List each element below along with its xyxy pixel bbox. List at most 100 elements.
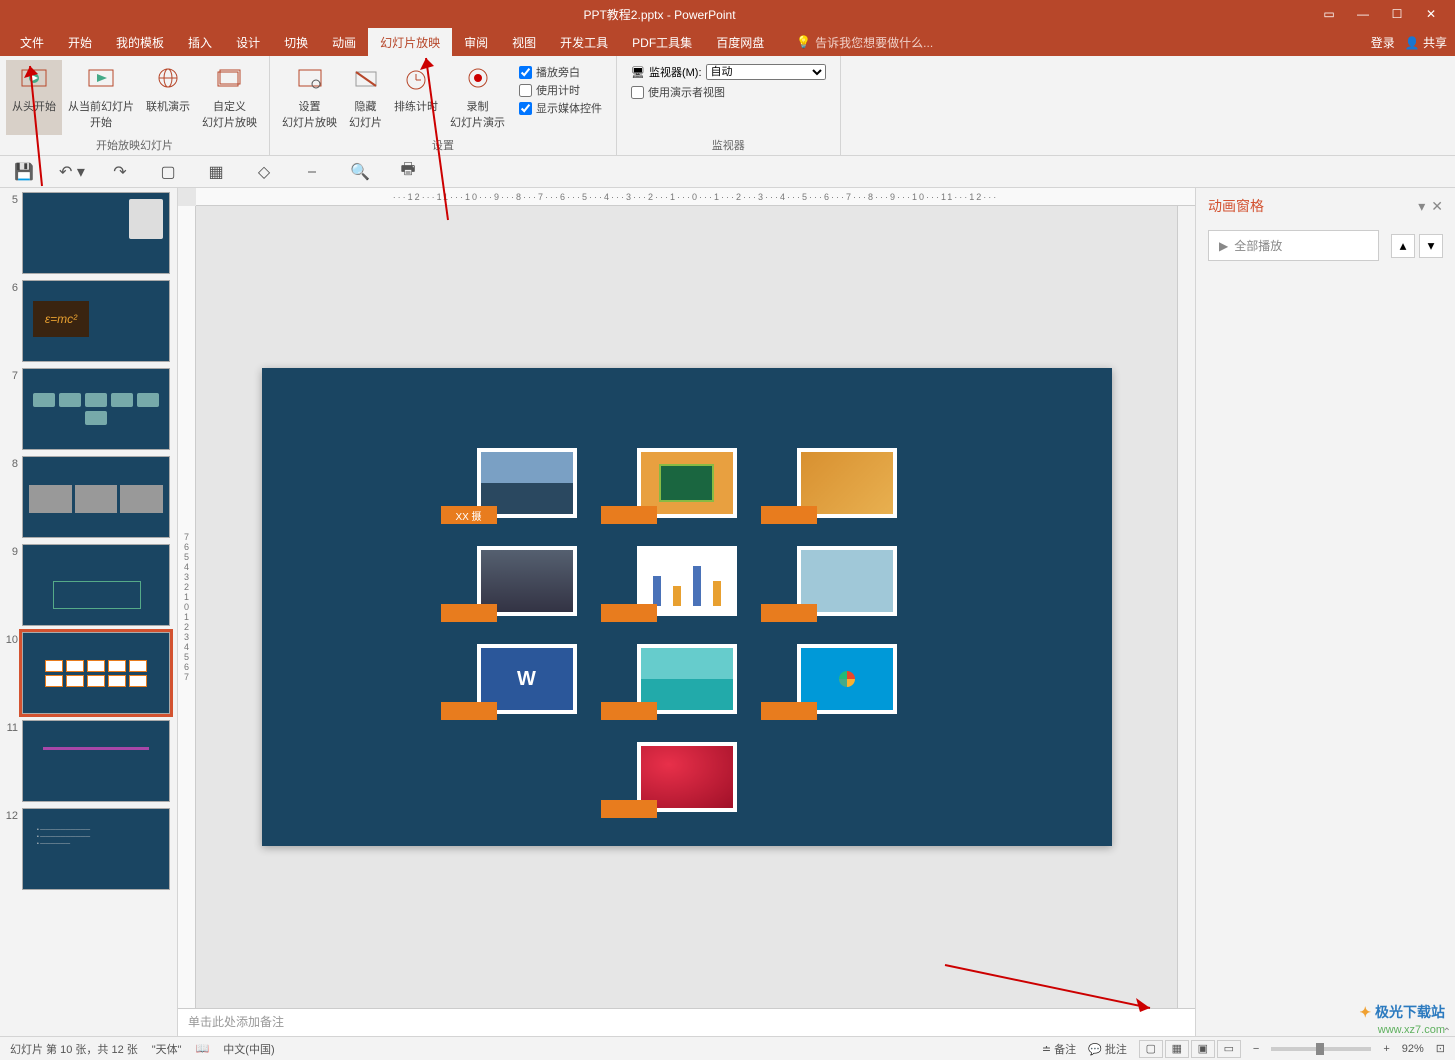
slide-thumb-6[interactable]: ε=mc² (22, 280, 170, 362)
quick-print-icon[interactable]: 🖶 (394, 160, 422, 184)
vertical-scrollbar[interactable] (1177, 206, 1195, 1008)
table-icon[interactable]: ▦ (202, 160, 230, 184)
menu-transitions[interactable]: 切换 (272, 28, 320, 56)
slide-thumb-9[interactable] (22, 544, 170, 626)
spellcheck-icon[interactable]: 📖 (196, 1042, 210, 1055)
comments-toggle[interactable]: 💬 批注 (1088, 1041, 1127, 1057)
use-timings-checkbox[interactable]: 使用计时 (519, 82, 602, 98)
slide-image-5[interactable] (637, 546, 737, 616)
setup-slideshow-button[interactable]: 设置 幻灯片放映 (276, 60, 343, 135)
slide-thumb-7[interactable] (22, 368, 170, 450)
lightbulb-icon: 💡 (796, 35, 811, 49)
vertical-ruler: 765432101234567 (178, 206, 196, 1008)
maximize-icon[interactable]: ☐ (1387, 4, 1407, 24)
slide-thumb-8[interactable] (22, 456, 170, 538)
reading-view-icon[interactable]: ▣ (1191, 1040, 1215, 1058)
find-icon[interactable]: 🔍 (346, 160, 374, 184)
record-slideshow-button[interactable]: 录制 幻灯片演示 (444, 60, 511, 135)
move-up-button[interactable]: ▴ (1391, 234, 1415, 258)
play-all-button[interactable]: ▶ 全部播放 (1208, 230, 1379, 261)
save-icon[interactable]: 💾 (10, 160, 38, 184)
zoom-level[interactable]: 92% (1402, 1043, 1424, 1055)
slide-image-6[interactable] (797, 546, 897, 616)
slide-image-4[interactable] (477, 546, 577, 616)
main-area: 5 6 ε=mc² 7 8 9 10✦ 11 12 • ——————————• … (0, 188, 1455, 1036)
slide-thumb-11[interactable] (22, 720, 170, 802)
menu-slideshow[interactable]: 幻灯片放映 (368, 28, 452, 56)
menu-design[interactable]: 设计 (224, 28, 272, 56)
monitor-select[interactable]: 自动 (706, 64, 826, 80)
fit-window-icon[interactable]: ⊡ (1436, 1042, 1445, 1055)
anim-pane-dropdown-icon[interactable]: ▾ (1418, 198, 1425, 215)
notes-pane[interactable]: 单击此处添加备注 (178, 1008, 1195, 1036)
ribbon: 从头开始 从当前幻灯片 开始 联机演示 自定义 幻灯片放映 开始放映幻灯片 设置… (0, 56, 1455, 156)
thumb-number: 6 (4, 280, 22, 362)
slide-image-8[interactable] (637, 644, 737, 714)
slide-counter: 幻灯片 第 10 张，共 12 张 (10, 1041, 138, 1057)
menu-view[interactable]: 视图 (500, 28, 548, 56)
normal-view-icon[interactable]: ▢ (1139, 1040, 1163, 1058)
move-down-button[interactable]: ▾ (1419, 234, 1443, 258)
menu-insert[interactable]: 插入 (176, 28, 224, 56)
shapes-icon[interactable]: ◇ (250, 160, 278, 184)
menu-templates[interactable]: 我的模板 (104, 28, 176, 56)
tell-me-search[interactable]: 💡 告诉我您想要做什么... (796, 34, 933, 51)
new-slide-icon[interactable]: ▢ (154, 160, 182, 184)
thumb-number: 5 (4, 192, 22, 274)
window-title: PPT教程2.pptx - PowerPoint (0, 6, 1319, 23)
show-media-controls-checkbox[interactable]: 显示媒体控件 (519, 100, 602, 116)
login-link[interactable]: 登录 (1371, 34, 1395, 51)
play-narrations-checkbox[interactable]: 播放旁白 (519, 64, 602, 80)
rehearse-timings-button[interactable]: 排练计时 (388, 60, 444, 135)
group-label-setup: 设置 (276, 135, 610, 155)
align-icon[interactable]: ⎯ (298, 160, 326, 184)
sorter-view-icon[interactable]: ▦ (1165, 1040, 1189, 1058)
horizontal-ruler: ···12···11···10···9···8···7···6···5···4·… (196, 188, 1195, 206)
language-indicator[interactable]: 中文(中国) (223, 1041, 274, 1057)
slide-canvas-area[interactable]: XX 摄 W (196, 206, 1177, 1008)
animation-pane-title: 动画窗格 (1208, 196, 1264, 216)
from-current-button[interactable]: 从当前幻灯片 开始 (62, 60, 140, 135)
minimize-icon[interactable]: — (1353, 4, 1373, 24)
close-icon[interactable]: ✕ (1421, 4, 1441, 24)
menu-pdf[interactable]: PDF工具集 (620, 28, 704, 56)
slide-image-10[interactable] (637, 742, 737, 812)
redo-icon[interactable]: ↷ (106, 160, 134, 184)
presenter-view-checkbox[interactable]: 使用演示者视图 (631, 84, 826, 100)
slide-thumbnail-panel[interactable]: 5 6 ε=mc² 7 8 9 10✦ 11 12 • ——————————• … (0, 188, 178, 1036)
menu-file[interactable]: 文件 (8, 28, 56, 56)
menu-home[interactable]: 开始 (56, 28, 104, 56)
present-online-button[interactable]: 联机演示 (140, 60, 196, 135)
slide-thumb-5[interactable] (22, 192, 170, 274)
hide-slide-button[interactable]: 隐藏 幻灯片 (343, 60, 388, 135)
slide-image-3[interactable] (797, 448, 897, 518)
thumb-number: 12 (4, 808, 22, 890)
zoom-in-icon[interactable]: + (1383, 1043, 1389, 1055)
undo-icon[interactable]: ↶ ▾ (58, 160, 86, 184)
slide-image-1[interactable]: XX 摄 (477, 448, 577, 518)
slide-thumb-12[interactable]: • ——————————• ——————————• —————— (22, 808, 170, 890)
slide-canvas[interactable]: XX 摄 W (262, 368, 1112, 846)
ribbon-display-icon[interactable]: ▭ (1319, 4, 1339, 24)
zoom-slider[interactable] (1271, 1047, 1371, 1051)
menu-bar: 文件 开始 我的模板 插入 设计 切换 动画 幻灯片放映 审阅 视图 开发工具 … (0, 28, 1455, 56)
menu-review[interactable]: 审阅 (452, 28, 500, 56)
slide-thumb-10[interactable] (22, 632, 170, 714)
slide-image-9[interactable] (797, 644, 897, 714)
menu-devtools[interactable]: 开发工具 (548, 28, 620, 56)
zoom-out-icon[interactable]: − (1253, 1043, 1259, 1055)
notes-toggle[interactable]: ≐ 备注 (1042, 1041, 1076, 1057)
record-icon (462, 64, 494, 96)
slideshow-view-icon[interactable]: ▭ (1217, 1040, 1241, 1058)
anim-pane-close-icon[interactable]: ✕ (1431, 198, 1443, 215)
from-beginning-button[interactable]: 从头开始 (6, 60, 62, 135)
share-button[interactable]: 👤 共享 (1405, 34, 1447, 51)
clock-icon (400, 64, 432, 96)
play-icon: ▶ (1219, 239, 1228, 253)
watermark-logo: ✦ 极光下载站 (1359, 1002, 1445, 1022)
custom-slideshow-button[interactable]: 自定义 幻灯片放映 (196, 60, 263, 135)
menu-animations[interactable]: 动画 (320, 28, 368, 56)
slide-image-7[interactable]: W (477, 644, 577, 714)
menu-baidu[interactable]: 百度网盘 (704, 28, 776, 56)
slide-image-2[interactable] (637, 448, 737, 518)
